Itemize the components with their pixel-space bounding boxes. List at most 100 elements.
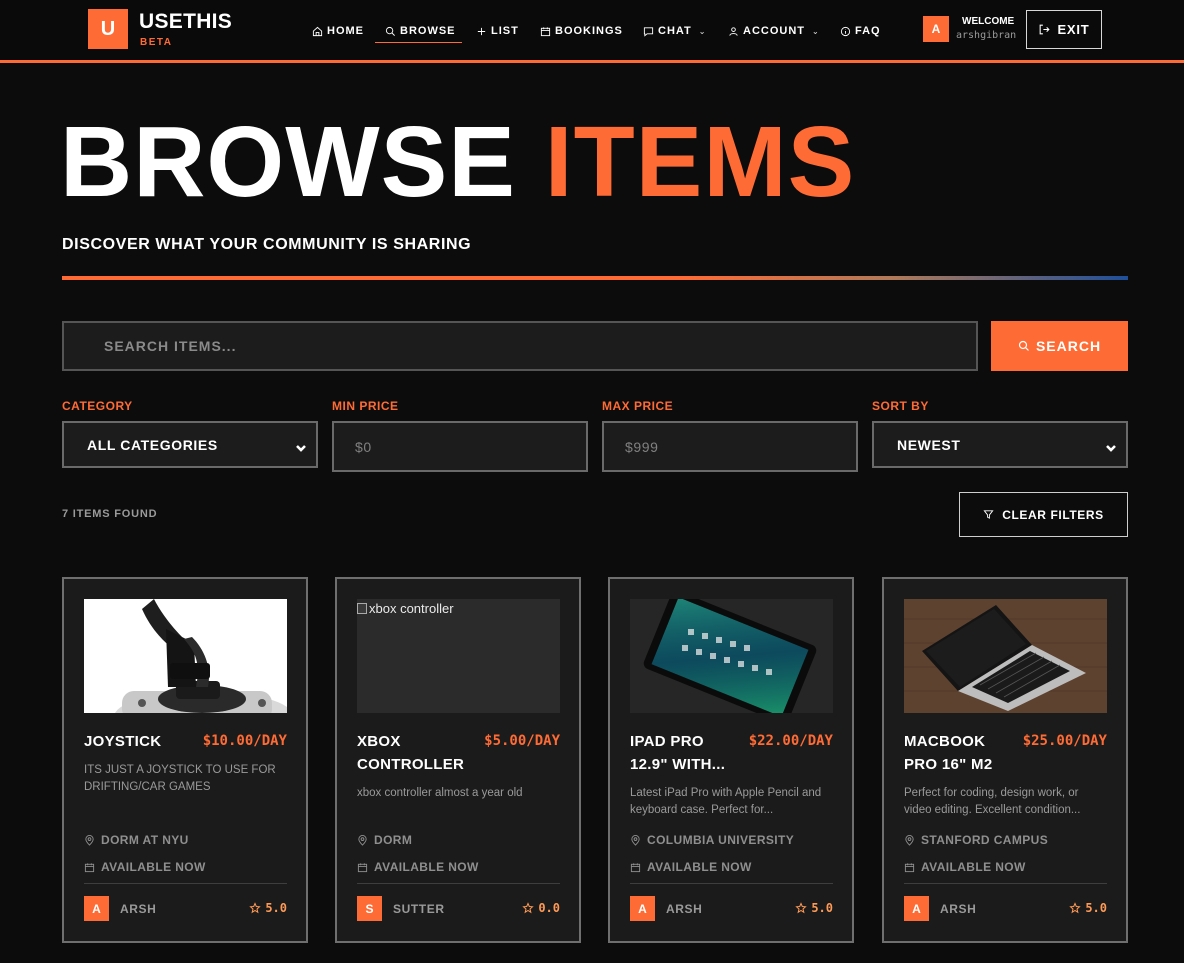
nav-browse[interactable]: BROWSE <box>385 21 456 41</box>
logout-icon <box>1040 24 1051 35</box>
item-rating: 5.0 <box>1069 901 1107 915</box>
nav-home-label: HOME <box>327 25 364 37</box>
nav-list[interactable]: LIST <box>476 21 519 41</box>
owner-avatar[interactable]: A <box>630 896 655 921</box>
star-icon <box>522 902 535 914</box>
item-rating: 5.0 <box>249 901 287 915</box>
nav-browse-label: BROWSE <box>400 25 456 37</box>
clear-filters-button[interactable]: CLEAR FILTERS <box>959 492 1128 537</box>
nav-home[interactable]: HOME <box>312 21 364 41</box>
item-description: ITS JUST A JOYSTICK TO USE FOR DRIFTING/… <box>84 764 276 793</box>
item-card[interactable]: IPAD PRO 12.9" WITH... $22.00/DAY Latest… <box>608 577 854 943</box>
star-icon <box>795 902 808 914</box>
item-availability-text: AVAILABLE NOW <box>374 860 479 874</box>
category-value: ALL CATEGORIES <box>87 436 218 453</box>
search-icon <box>1018 340 1029 351</box>
nav-account[interactable]: ACCOUNT ⌄ <box>728 21 820 41</box>
location-pin-icon <box>85 834 94 846</box>
item-rating: 5.0 <box>795 901 833 915</box>
owner-name[interactable]: ARSH <box>666 902 702 916</box>
item-title[interactable]: IPAD PRO 12.9" WITH... <box>630 730 738 776</box>
item-description: xbox controller almost a year old <box>357 787 523 799</box>
page-title-main: BROWSE <box>60 106 516 218</box>
calendar-icon <box>540 26 551 36</box>
star-icon <box>249 902 262 914</box>
item-title[interactable]: MACBOOK PRO 16" M2 <box>904 730 1012 776</box>
item-availability-text: AVAILABLE NOW <box>647 860 752 874</box>
search-icon <box>385 26 395 36</box>
item-card[interactable]: xbox controller XBOX CONTROLLER $5.00/DA… <box>335 577 581 943</box>
category-label: CATEGORY <box>62 399 133 413</box>
search-button-label: SEARCH <box>1035 338 1102 354</box>
item-rating-value: 5.0 <box>1085 901 1107 915</box>
location-pin-icon <box>905 834 914 846</box>
chevron-down-icon: ⌄ <box>698 26 707 36</box>
item-title[interactable]: JOYSTICK <box>84 730 194 753</box>
item-availability-text: AVAILABLE NOW <box>101 860 206 874</box>
broken-image-alt: xbox controller <box>357 601 454 616</box>
item-location: STANFORD CAMPUS <box>904 833 1048 847</box>
broken-image-icon <box>357 603 367 614</box>
item-description: Latest iPad Pro with Apple Pencil and ke… <box>630 787 822 816</box>
calendar-icon <box>904 862 915 872</box>
search-button[interactable]: SEARCH <box>991 321 1128 371</box>
info-icon <box>840 26 851 36</box>
owner-name[interactable]: ARSH <box>940 902 976 916</box>
page-title: BROWSE ITEMS <box>60 112 855 212</box>
max-price-label: MAX PRICE <box>602 399 674 413</box>
hero-divider <box>62 276 1128 280</box>
item-location: DORM AT NYU <box>84 833 189 847</box>
item-availability: AVAILABLE NOW <box>630 860 752 874</box>
calendar-icon <box>84 862 95 872</box>
item-image[interactable]: xbox controller <box>357 599 560 713</box>
owner-avatar[interactable]: S <box>357 896 382 921</box>
item-rating-value: 5.0 <box>265 901 287 915</box>
owner-name[interactable]: SUTTER <box>393 902 445 916</box>
location-pin-icon <box>358 834 367 846</box>
chevron-down-icon <box>1106 440 1116 452</box>
min-price-label: MIN PRICE <box>332 399 399 413</box>
item-image[interactable] <box>630 599 833 713</box>
nav-bookings[interactable]: BOOKINGS <box>540 21 623 41</box>
item-location-text: DORM AT NYU <box>101 833 189 847</box>
card-divider <box>357 883 560 884</box>
item-image[interactable] <box>84 599 287 713</box>
nav-faq-label: FAQ <box>855 25 881 37</box>
exit-button[interactable]: EXIT <box>1026 10 1102 49</box>
nav-chat[interactable]: CHAT ⌄ <box>643 21 706 41</box>
item-price: $22.00/DAY <box>748 733 833 749</box>
item-rating-value: 0.0 <box>538 901 560 915</box>
chat-icon <box>643 26 654 37</box>
welcome-label: WELCOME <box>962 16 1015 27</box>
max-price-input[interactable]: $999 <box>602 421 858 472</box>
item-title[interactable]: XBOX CONTROLLER <box>357 730 465 776</box>
card-divider <box>630 883 833 884</box>
item-card[interactable]: JOYSTICK $10.00/DAY ITS JUST A JOYSTICK … <box>62 577 308 943</box>
owner-avatar[interactable]: A <box>84 896 109 921</box>
user-icon <box>729 26 738 36</box>
item-availability: AVAILABLE NOW <box>904 860 1026 874</box>
nav-active-indicator <box>375 42 462 43</box>
min-price-input[interactable]: $0 <box>332 421 588 472</box>
min-price-placeholder: $0 <box>355 438 372 455</box>
logo-mark[interactable]: U <box>88 9 128 49</box>
item-location: COLUMBIA UNIVERSITY <box>630 833 794 847</box>
owner-name[interactable]: ARSH <box>120 902 156 916</box>
item-price: $10.00/DAY <box>202 733 287 749</box>
item-image[interactable] <box>904 599 1107 713</box>
logo-name[interactable]: USETHIS <box>139 10 232 34</box>
nav-list-label: LIST <box>491 25 519 37</box>
nav-faq[interactable]: FAQ <box>840 21 881 41</box>
item-rating: 0.0 <box>522 901 560 915</box>
search-input[interactable] <box>62 321 978 371</box>
owner-avatar[interactable]: A <box>904 896 929 921</box>
calendar-icon <box>357 862 368 872</box>
calendar-icon <box>630 862 641 872</box>
item-card[interactable]: MACBOOK PRO 16" M2 $25.00/DAY Perfect fo… <box>882 577 1128 943</box>
category-select[interactable]: ALL CATEGORIES <box>62 421 318 468</box>
sort-select[interactable]: NEWEST <box>872 421 1128 468</box>
location-pin-icon <box>631 834 640 846</box>
chevron-down-icon <box>296 440 306 452</box>
max-price-placeholder: $999 <box>625 438 659 455</box>
user-avatar[interactable]: A <box>923 16 949 42</box>
